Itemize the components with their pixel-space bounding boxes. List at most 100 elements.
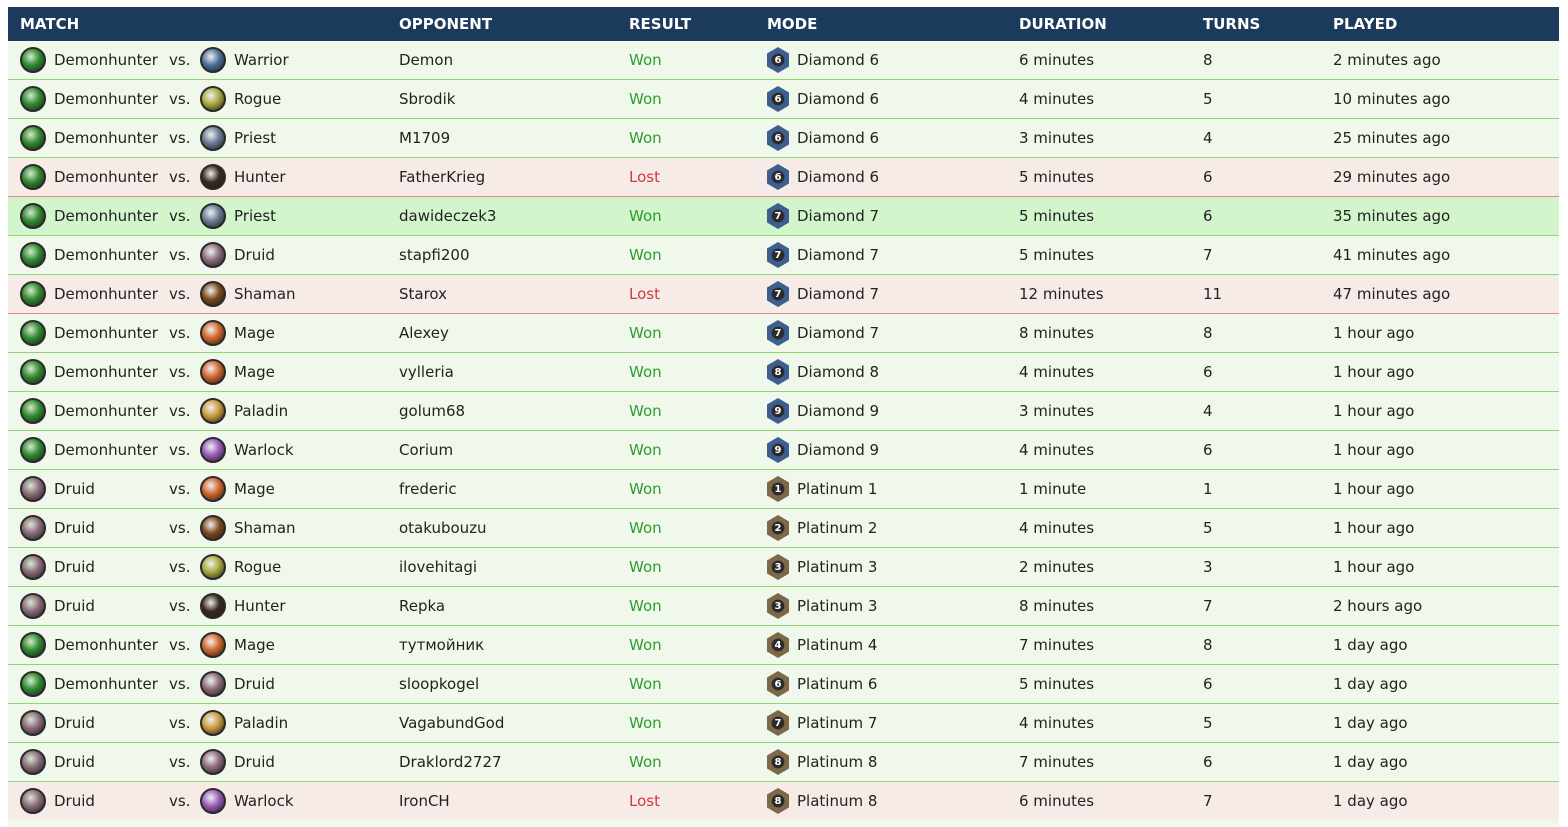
- opponent-name: golum68: [399, 402, 466, 420]
- opponent-name: Repka: [399, 597, 446, 615]
- player-class: Demonhunter: [20, 203, 158, 229]
- vs-label: vs.: [169, 675, 191, 693]
- vs-label: vs.: [169, 51, 191, 69]
- table-row[interactable]: Druid vs. Rogue ilovehitagi Won 3 Platinum 3 2 …: [8, 548, 1559, 587]
- table-row[interactable]: Druid vs. Shaman otakubouzu Won 2 Platinum 2 4 …: [8, 509, 1559, 548]
- table-row[interactable]: Demonhunter vs. Mage vylleria Won 8 Diamond 8 4…: [8, 353, 1559, 392]
- header-result[interactable]: RESULT: [629, 15, 691, 33]
- opponent-class-name: Hunter: [234, 597, 286, 615]
- table-row[interactable]: Demonhunter vs. Priest M1709 Won 6 Diamond 6 3 …: [8, 119, 1559, 158]
- table-row[interactable]: Demonhunter vs. Priest dawideczek3 Won 7 Diamo…: [8, 197, 1559, 236]
- opponent-class: Mage: [200, 320, 275, 346]
- duration: 6 minutes: [1019, 51, 1095, 69]
- turns: 6: [1203, 168, 1213, 186]
- mode: 1 Platinum 1: [767, 476, 877, 502]
- mode-label: Platinum 8: [797, 753, 878, 771]
- rank-icon: 8: [767, 749, 789, 775]
- player-class-name: Demonhunter: [54, 168, 158, 186]
- played: 10 minutes ago: [1333, 90, 1451, 108]
- mode: 6 Platinum 6: [767, 671, 877, 697]
- player-class: Demonhunter: [20, 320, 158, 346]
- opponent-class: Hunter: [200, 593, 286, 619]
- turns: 7: [1203, 792, 1213, 810]
- played: 1 hour ago: [1333, 441, 1415, 459]
- opponent-class: Shaman: [200, 515, 296, 541]
- duration: 5 minutes: [1019, 168, 1095, 186]
- player-class-name: Demonhunter: [54, 285, 158, 303]
- played: 1 day ago: [1333, 675, 1408, 693]
- player-class-name: Demonhunter: [54, 90, 158, 108]
- table-row[interactable]: Druid vs. Druid Draklord2727 Won 8 Platinum 8 7…: [8, 743, 1559, 782]
- mode-label: Diamond 6: [797, 129, 880, 147]
- opponent-name: тутмойник: [399, 636, 485, 654]
- opponent-class-icon: [200, 359, 226, 385]
- turns: 7: [1203, 597, 1213, 615]
- opponent-class: Shaman: [200, 281, 296, 307]
- player-class: Druid: [20, 515, 95, 541]
- vs-label: vs.: [169, 168, 191, 186]
- duration: 7 minutes: [1019, 636, 1095, 654]
- duration: 4 minutes: [1019, 363, 1095, 381]
- header-turns[interactable]: TURNS: [1203, 15, 1260, 33]
- table-row[interactable]: Demonhunter vs. Shaman Starox Lost 7 Diamond 7…: [8, 275, 1559, 314]
- header-played[interactable]: PLAYED: [1333, 15, 1397, 33]
- mode-label: Platinum 2: [797, 519, 878, 537]
- duration: 5 minutes: [1019, 675, 1095, 693]
- opponent-class-name: Shaman: [234, 285, 296, 303]
- turns: 4: [1203, 402, 1213, 420]
- turns: 5: [1203, 714, 1213, 732]
- rank-icon: 6: [767, 671, 789, 697]
- played: 1 hour ago: [1333, 480, 1415, 498]
- turns: 1: [1203, 480, 1213, 498]
- opponent-class-name: Mage: [234, 480, 275, 498]
- player-class-name: Demonhunter: [54, 402, 158, 420]
- table-row[interactable]: Druid vs. Hunter Repka Won 3 Platinum 3 8 minut…: [8, 587, 1559, 626]
- duration: 7 minutes: [1019, 753, 1095, 771]
- table-row[interactable]: Demonhunter vs. Druid sloopkogel Won 6 Platinu…: [8, 665, 1559, 704]
- played: 1 day ago: [1333, 636, 1408, 654]
- opponent-class-name: Rogue: [234, 558, 282, 576]
- table-row[interactable]: Demonhunter vs. Warlock Corium Won 9 Diamond 9…: [8, 431, 1559, 470]
- opponent-class-name: Shaman: [234, 519, 296, 537]
- table-header: MATCH OPPONENT RESULT MODE DURATION TURN…: [8, 7, 1559, 41]
- player-class: Demonhunter: [20, 242, 158, 268]
- player-class-name: Demonhunter: [54, 129, 158, 147]
- result: Won: [629, 675, 662, 693]
- result: Won: [629, 324, 662, 342]
- opponent-class-name: Rogue: [234, 90, 282, 108]
- player-class: Demonhunter: [20, 47, 158, 73]
- rank-icon: 6: [767, 125, 789, 151]
- result: Won: [629, 441, 662, 459]
- table-row[interactable]: Demonhunter vs. Paladin golum68 Won 9 Diamond …: [8, 392, 1559, 431]
- player-class: Demonhunter: [20, 281, 158, 307]
- played: 41 minutes ago: [1333, 246, 1451, 264]
- vs-label: vs.: [169, 246, 191, 264]
- rank-icon: 8: [767, 788, 789, 814]
- table-row[interactable]: Demonhunter vs. Mage тутмойник Won 4 Platinum …: [8, 626, 1559, 665]
- table-row[interactable]: Demonhunter vs. Druid stapfi200 Won 7 Diamond …: [8, 236, 1559, 275]
- vs-label: vs.: [169, 363, 191, 381]
- opponent-class-name: Druid: [234, 753, 275, 771]
- table-row[interactable]: Demonhunter vs. Warrior Demon Won 6 Diamond 66…: [8, 41, 1559, 80]
- table-row[interactable]: Druid vs. Mage frederic Won 1 Platinum 1 1 minu…: [8, 470, 1559, 509]
- played: 25 minutes ago: [1333, 129, 1451, 147]
- result: Won: [629, 753, 662, 771]
- table-row[interactable]: Druid vs. Warlock IronCH Lost 8 Platinum 8 6 mi…: [8, 782, 1559, 821]
- rank-icon: 2: [767, 515, 789, 541]
- player-class-icon: [20, 554, 46, 580]
- table-row[interactable]: Demonhunter vs. Rogue Sbrodik Won 6 Diamond 6 4…: [8, 80, 1559, 119]
- mode-label: Diamond 7: [797, 207, 880, 225]
- header-duration[interactable]: DURATION: [1019, 15, 1107, 33]
- opponent-class-name: Priest: [234, 129, 277, 147]
- opponent-name: stapfi200: [399, 246, 470, 264]
- table-row[interactable]: Druid vs. Paladin VagabundGod Won 7 Platinum 7…: [8, 704, 1559, 743]
- table-row[interactable]: Demonhunter vs. Hunter FatherKrieg Lost 6 Diam…: [8, 158, 1559, 197]
- opponent-class-icon: [200, 593, 226, 619]
- header-mode[interactable]: MODE: [767, 15, 817, 33]
- result: Won: [629, 714, 662, 732]
- player-class-name: Druid: [54, 792, 95, 810]
- header-match[interactable]: MATCH: [20, 15, 79, 33]
- header-opponent[interactable]: OPPONENT: [399, 15, 492, 33]
- duration: 2 minutes: [1019, 558, 1095, 576]
- table-row[interactable]: Demonhunter vs. Mage Alexey Won 7 Diamond 7 8 m…: [8, 314, 1559, 353]
